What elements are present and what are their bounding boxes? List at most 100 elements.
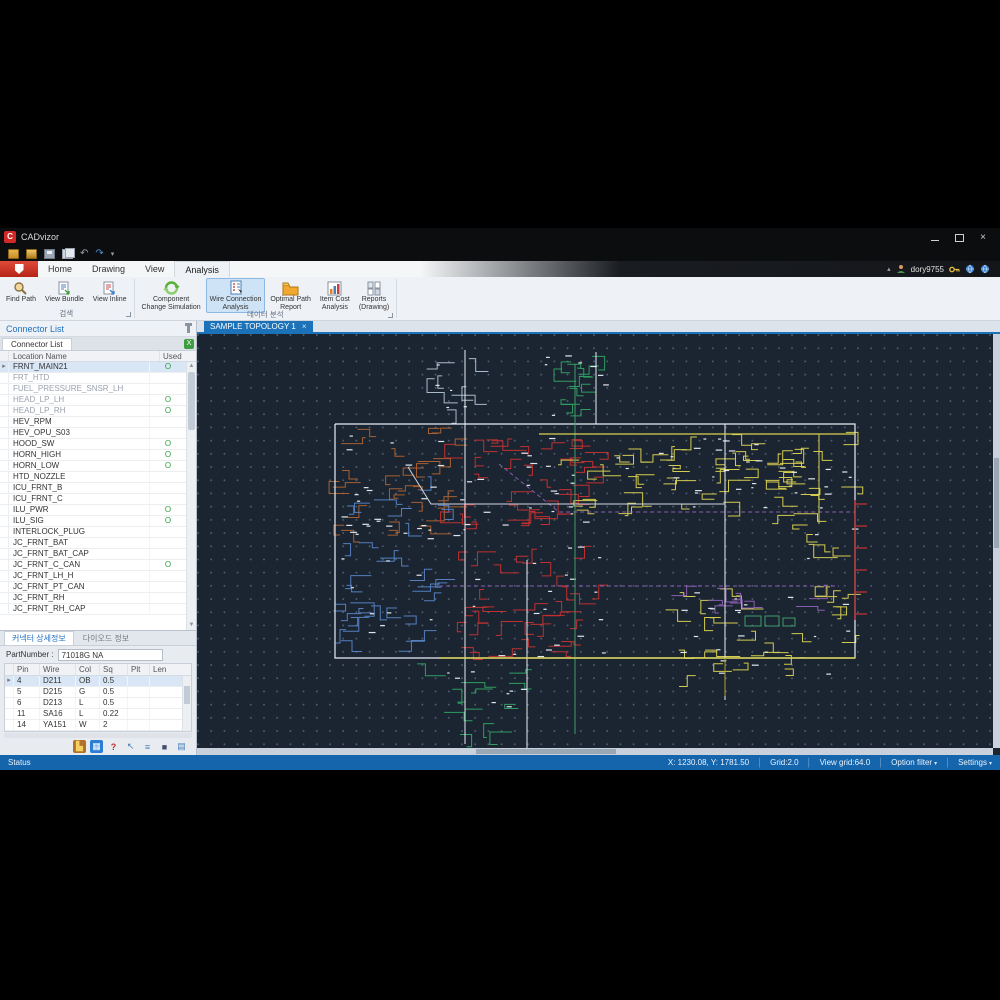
connector-table-scrollbar[interactable]: ▲ ▼ [186, 362, 196, 630]
column-header-col[interactable]: Col [76, 664, 100, 675]
connector-row[interactable]: JC_FRNT_RH_CAP [0, 604, 186, 615]
app-menu-button[interactable] [0, 261, 38, 277]
column-header-pin[interactable]: Pin [14, 664, 40, 675]
dialog-launcher-icon[interactable] [388, 313, 394, 318]
connector-row[interactable]: ▸ FRNT_MAIN21 O [0, 362, 186, 373]
status-item-option-filter[interactable]: Option filter ▾ [891, 758, 937, 767]
save-as-icon[interactable] [62, 247, 75, 259]
col-cell: G [76, 687, 100, 697]
connector-row[interactable]: FRT_HTD [0, 373, 186, 384]
layers-icon[interactable]: ≡ [141, 740, 154, 753]
pin-detail-row[interactable]: 14 YA151 W 2 [5, 720, 191, 731]
key-icon[interactable] [949, 265, 960, 274]
collapse-ribbon-icon[interactable]: ▴ [887, 265, 891, 273]
connector-row[interactable]: HORN_LOW O [0, 461, 186, 472]
find-path-button[interactable]: Find Path [2, 278, 40, 306]
topology-canvas[interactable] [197, 334, 1000, 755]
location-name: JC_FRNT_PT_CAN [9, 582, 150, 592]
reports-drawing-button[interactable]: Reports (Drawing) [355, 278, 393, 313]
component-tool-icon[interactable]: ▙ [73, 740, 86, 753]
pin-detail-row[interactable]: 6 D213 L 0.5 [5, 698, 191, 709]
connector-row[interactable]: ICU_FRNT_C [0, 494, 186, 505]
globe-help-icon[interactable] [980, 264, 990, 274]
qat-more-icon[interactable]: ▾ [111, 250, 115, 258]
menu-tab-view[interactable]: View [135, 261, 174, 277]
view-bundle-button[interactable]: View Bundle [41, 278, 88, 306]
item-cost-analysis-button[interactable]: Item Cost Analysis [316, 278, 354, 313]
tab-diode-info[interactable]: 다이오드 정보 [76, 632, 136, 645]
optimal-path-report-button[interactable]: Optimal Path Report [266, 278, 314, 313]
view-inline-button[interactable]: View Inline [89, 278, 131, 306]
canvas-hscrollbar[interactable] [197, 748, 993, 755]
restore-button[interactable] [954, 233, 964, 242]
pin-detail-row[interactable]: 5 D215 G 0.5 [5, 687, 191, 698]
column-header-wire[interactable]: Wire [40, 664, 76, 675]
column-header-location-name[interactable]: Location Name [9, 351, 160, 361]
component-change-simulation-button[interactable]: Component Change Simulation [138, 278, 205, 313]
row-marker [0, 395, 9, 405]
open-folder-icon[interactable] [26, 248, 37, 259]
detail-table-scrollbar[interactable] [182, 676, 191, 731]
globe-icon[interactable] [965, 264, 975, 274]
undo-icon[interactable]: ↶ [80, 248, 88, 259]
connector-row[interactable]: JC_FRNT_LH_H [0, 571, 186, 582]
tab-connector-detail[interactable]: 커넥터 상세정보 [4, 631, 74, 645]
connector-row[interactable]: HEV_OPU_S03 [0, 428, 186, 439]
connector-row[interactable]: FUEL_PRESSURE_SNSR_LH [0, 384, 186, 395]
select-tool-icon[interactable]: ↖ [124, 740, 137, 753]
connector-row[interactable]: ICU_FRNT_B [0, 483, 186, 494]
location-name: HEAD_LP_RH [9, 406, 150, 416]
status-item-settings[interactable]: Settings ▾ [958, 758, 992, 767]
connector-row[interactable]: JC_FRNT_RH [0, 593, 186, 604]
column-header-plt[interactable]: Plt [128, 664, 150, 675]
dialog-launcher-icon[interactable] [125, 312, 131, 317]
connector-row[interactable]: ILU_SIG O [0, 516, 186, 527]
tab-sample-topology-1[interactable]: SAMPLE TOPOLOGY 1 × [204, 321, 313, 332]
pin-detail-row[interactable]: 11 SA16 L 0.22 [5, 709, 191, 720]
connector-row[interactable]: JC_FRNT_PT_CAN [0, 582, 186, 593]
row-marker [0, 571, 9, 581]
save-icon[interactable] [44, 248, 55, 259]
menu-tab-drawing[interactable]: Drawing [82, 261, 135, 277]
connector-list-tab[interactable]: Connector List [2, 338, 72, 350]
close-button[interactable]: × [978, 232, 988, 242]
connector-row[interactable]: JC_FRNT_BAT [0, 538, 186, 549]
pin-icon[interactable] [185, 322, 192, 333]
plt-cell [128, 676, 150, 686]
connector-row[interactable]: HOOD_SW O [0, 439, 186, 450]
menu-tab-analysis[interactable]: Analysis [174, 261, 230, 277]
folder-icon [282, 280, 299, 296]
help-icon[interactable]: ? [107, 740, 120, 753]
pin-detail-row[interactable]: ▸ 4 D211 OB 0.5 [5, 676, 191, 687]
connector-row[interactable]: HORN_HIGH O [0, 450, 186, 461]
canvas-vscrollbar[interactable] [993, 334, 1000, 748]
wire-connection-analysis-button[interactable]: Wire Connection Analysis [205, 278, 266, 313]
chart-view-icon[interactable]: ▤ [175, 740, 188, 753]
connector-row[interactable]: ILU_PWR O [0, 505, 186, 516]
connector-row[interactable]: HEV_RPM [0, 417, 186, 428]
connector-row[interactable]: HTD_NOZZLE [0, 472, 186, 483]
column-header-used[interactable]: Used [160, 351, 196, 361]
button-label: Reports [361, 296, 387, 303]
excel-export-icon[interactable]: X [184, 339, 194, 349]
menu-tab-home[interactable]: Home [38, 261, 82, 277]
used-flag: O [164, 516, 172, 525]
checklist-icon [228, 280, 244, 296]
redo-icon[interactable]: ↷ [95, 248, 103, 259]
column-header-len[interactable]: Len [150, 664, 191, 675]
minimize-button[interactable] [930, 233, 940, 242]
partnumber-field[interactable]: 71018G NA [57, 648, 163, 661]
connector-row[interactable]: HEAD_LP_RH O [0, 406, 186, 417]
row-marker [0, 604, 9, 614]
new-folder-icon[interactable] [8, 248, 19, 259]
bundle-icon [57, 280, 72, 296]
connector-row[interactable]: INTERLOCK_PLUG [0, 527, 186, 538]
grid-view-icon[interactable]: ▦ [90, 740, 103, 753]
connector-row[interactable]: JC_FRNT_C_CAN O [0, 560, 186, 571]
panel-view-icon[interactable]: ■ [158, 740, 171, 753]
column-header-sq[interactable]: Sq [100, 664, 128, 675]
wire-cell: YA151 [40, 720, 76, 730]
close-tab-icon[interactable]: × [302, 322, 307, 331]
connector-row[interactable]: JC_FRNT_BAT_CAP [0, 549, 186, 560]
connector-row[interactable]: HEAD_LP_LH O [0, 395, 186, 406]
